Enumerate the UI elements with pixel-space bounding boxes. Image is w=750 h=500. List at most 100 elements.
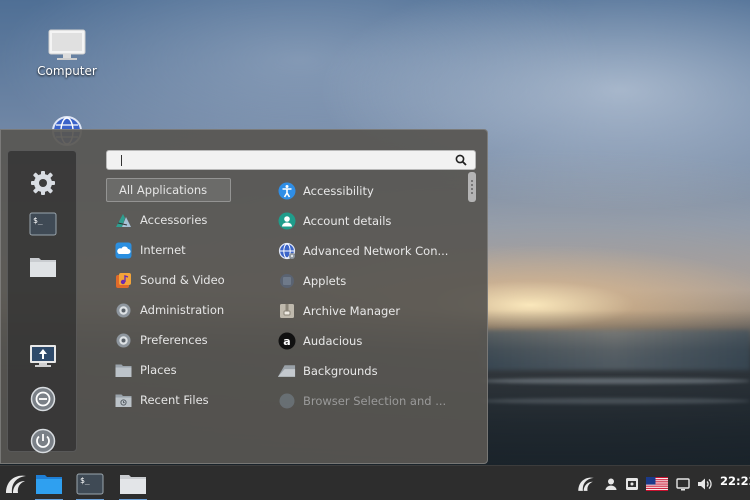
network-globe-icon: [277, 242, 296, 261]
category-places[interactable]: Places: [106, 358, 231, 382]
svg-text:$_: $_: [80, 476, 90, 485]
folder-light-icon: [120, 475, 146, 494]
applets-icon: [277, 272, 296, 291]
folder-icon: [36, 475, 62, 494]
app-label: Backgrounds: [303, 364, 378, 378]
tray-mx-updater[interactable]: [575, 470, 597, 498]
desktop-icon-computer[interactable]: Computer: [22, 28, 112, 78]
app-label: Accessibility: [303, 184, 374, 198]
taskbar-file-manager-launcher[interactable]: [117, 470, 149, 500]
recent-folder-icon: [115, 392, 132, 409]
user-icon: [605, 478, 617, 490]
admin-gear-icon: [115, 302, 132, 319]
tray-display[interactable]: [674, 470, 692, 498]
accessories-icon: [115, 212, 132, 229]
category-sound-video[interactable]: Sound & Video: [106, 268, 231, 292]
scrollbar-thumb[interactable]: [468, 172, 476, 202]
category-label: All Applications: [119, 183, 208, 197]
audacious-icon: a: [277, 332, 296, 351]
category-label: Preferences: [140, 333, 208, 347]
application-menu: $_ All Applications Accessories Internet…: [0, 129, 488, 464]
application-list-scrollbar[interactable]: [468, 172, 476, 452]
tray-keyboard[interactable]: [623, 470, 641, 498]
category-accessories[interactable]: Accessories: [106, 208, 231, 232]
power-icon: [30, 428, 56, 454]
keyboard-icon: [626, 478, 638, 490]
volume-icon: [697, 478, 712, 490]
category-all-applications[interactable]: All Applications: [106, 178, 231, 202]
app-label: Advanced Network Con...: [303, 244, 449, 258]
app-backgrounds[interactable]: Backgrounds: [271, 359, 461, 383]
logout-icon: [30, 386, 56, 412]
svg-text:$_: $_: [33, 216, 43, 225]
category-label: Administration: [140, 303, 225, 317]
taskbar-menu-button[interactable]: [2, 470, 30, 498]
tray-volume[interactable]: [695, 470, 713, 498]
favorite-system-settings[interactable]: [28, 168, 58, 198]
taskbar-terminal-launcher[interactable]: $_: [74, 470, 106, 500]
cloud-icon: [115, 242, 132, 259]
multimedia-icon: [115, 272, 132, 289]
category-recent-files[interactable]: Recent Files: [106, 388, 231, 412]
app-label: Archive Manager: [303, 304, 401, 318]
app-accessibility[interactable]: Accessibility: [271, 179, 461, 203]
wallpaper-wave: [480, 378, 750, 384]
folder-icon: [30, 258, 56, 277]
app-audacious[interactable]: a Audacious: [271, 329, 461, 353]
category-preferences[interactable]: Preferences: [106, 328, 231, 352]
archive-icon: [277, 302, 296, 321]
favorite-quit[interactable]: [28, 426, 58, 456]
monitor-icon: [48, 29, 86, 60]
backgrounds-icon: [277, 362, 296, 381]
category-label: Places: [140, 363, 177, 377]
taskbar-clock[interactable]: 22:22: [720, 474, 750, 488]
tray-user[interactable]: [602, 470, 620, 498]
search-input[interactable]: [113, 152, 443, 168]
accessibility-icon: [277, 182, 296, 201]
app-archive-manager[interactable]: Archive Manager: [271, 299, 461, 323]
app-applets[interactable]: Applets: [271, 269, 461, 293]
account-icon: [277, 212, 296, 231]
lock-screen-icon: [30, 345, 56, 367]
mx-icon: [578, 477, 594, 491]
mx-logo-icon: [6, 475, 26, 493]
wallpaper-sea: [480, 330, 750, 370]
app-label: Browser Selection and ...: [303, 394, 447, 408]
category-internet[interactable]: Internet: [106, 238, 231, 262]
display-icon: [676, 477, 690, 490]
taskbar-files-launcher[interactable]: [33, 470, 65, 500]
terminal-icon: $_: [29, 212, 57, 236]
category-list: All Applications Accessories Internet So…: [106, 178, 231, 418]
category-label: Recent Files: [140, 393, 209, 407]
taskbar: $_ 22:2: [0, 465, 750, 500]
folder-icon: [115, 362, 132, 379]
app-account-details[interactable]: Account details: [271, 209, 461, 233]
search-icon[interactable]: [455, 154, 467, 166]
terminal-icon: $_: [76, 473, 104, 495]
favorite-files[interactable]: [28, 251, 58, 281]
category-administration[interactable]: Administration: [106, 298, 231, 322]
category-label: Internet: [140, 243, 186, 257]
app-advanced-network[interactable]: Advanced Network Con...: [271, 239, 461, 263]
app-label: Applets: [303, 274, 347, 288]
us-flag-icon: [646, 477, 668, 491]
desktop-icon-label: Computer: [37, 64, 97, 78]
favorites-sidebar: $_: [7, 150, 77, 454]
category-label: Accessories: [140, 213, 208, 227]
tray-keyboard-layout[interactable]: [645, 470, 669, 498]
browser-icon: [277, 392, 296, 411]
search-box[interactable]: [106, 150, 476, 170]
app-label: Audacious: [303, 334, 363, 348]
app-browser-selection[interactable]: Browser Selection and ...: [271, 389, 461, 413]
category-label: Sound & Video: [140, 273, 225, 287]
application-list: Accessibility Account details Advanced N…: [271, 179, 461, 419]
gear-icon: [31, 171, 55, 195]
favorite-lock-screen[interactable]: [28, 341, 58, 371]
svg-text:a: a: [283, 335, 290, 348]
app-label: Account details: [303, 214, 392, 228]
preferences-gear-icon: [115, 332, 132, 349]
wallpaper-wave: [480, 398, 750, 404]
favorite-logout[interactable]: [28, 384, 58, 414]
favorite-terminal[interactable]: $_: [28, 209, 58, 239]
text-cursor: [121, 155, 122, 166]
